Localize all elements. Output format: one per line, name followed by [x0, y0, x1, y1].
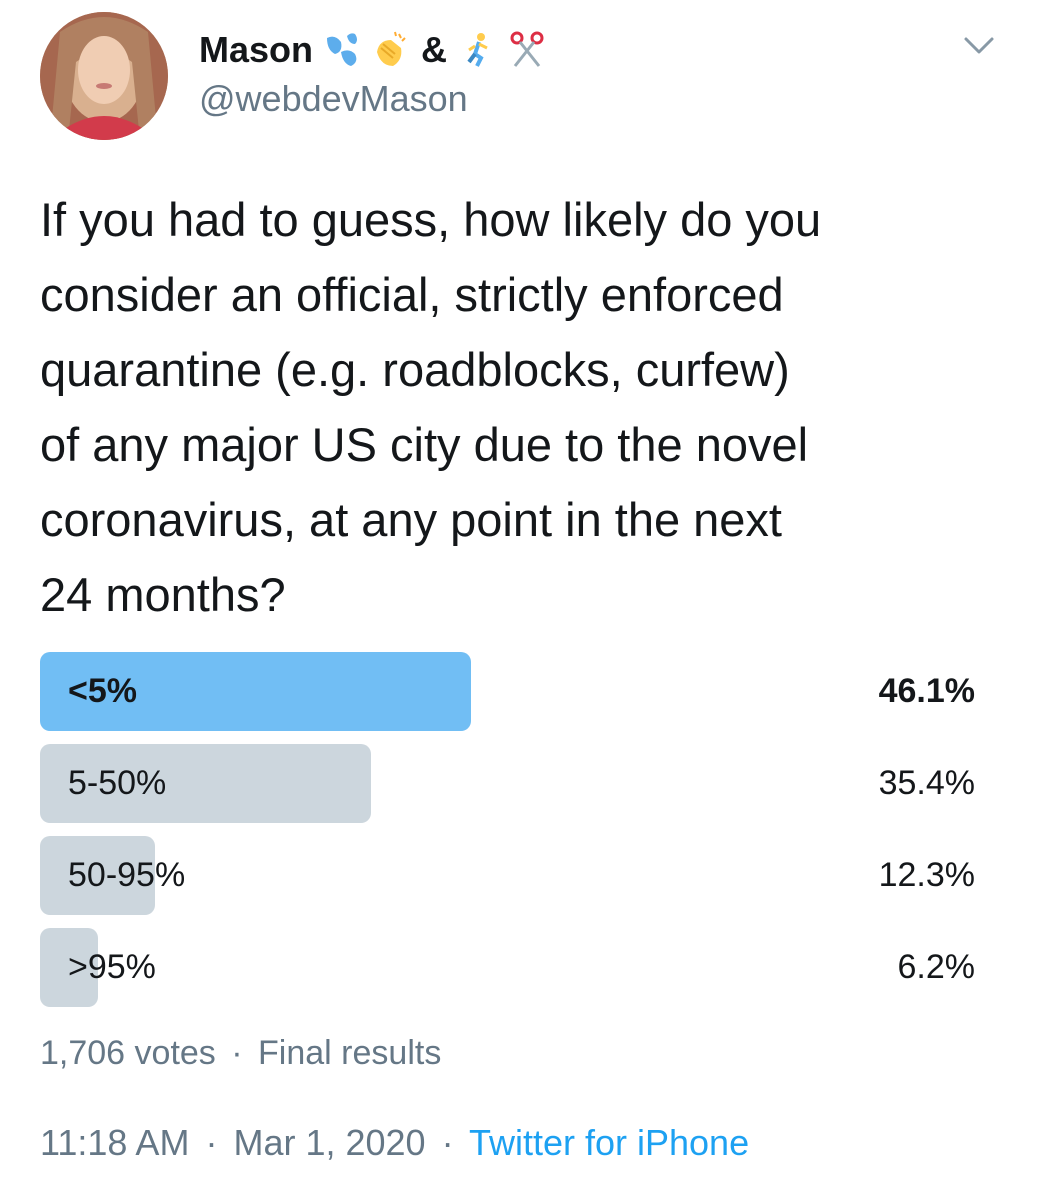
tweet-time[interactable]: 11:18 AM [40, 1122, 189, 1163]
avatar[interactable] [40, 12, 168, 140]
author-name[interactable]: Mason & [199, 26, 547, 74]
separator: · [441, 1122, 454, 1163]
avatar-photo [40, 12, 168, 140]
poll-option-percent: 6.2% [897, 948, 976, 986]
runner-emoji-icon [459, 30, 499, 70]
poll-option: 5-50% 35.4% [40, 744, 975, 823]
poll-option-percent: 35.4% [878, 764, 975, 802]
clapping-hands-emoji-icon [369, 30, 409, 70]
poll-status: Final results [258, 1034, 442, 1072]
poll-option: 50-95% 12.3% [40, 836, 975, 915]
poll-meta: 1,706 votes · Final results [40, 1034, 441, 1073]
scissors-emoji-icon [507, 30, 547, 70]
separator: · [231, 1034, 243, 1072]
tweet-source-link[interactable]: Twitter for iPhone [469, 1122, 749, 1163]
poll-option: <5% 46.1% [40, 652, 975, 731]
poll-option-label: 50-95% [68, 856, 186, 894]
tweet-date[interactable]: Mar 1, 2020 [233, 1122, 425, 1163]
chevron-down-icon[interactable] [962, 30, 996, 60]
tweet-timestamp: 11:18 AM · Mar 1, 2020 · Twitter for iPh… [40, 1122, 749, 1164]
tweet: Mason & @webdevMason If you had to guess… [0, 0, 1041, 1200]
poll: <5% 46.1% 5-50% 35.4% 50-95% 12.3% >95% … [40, 652, 975, 1020]
tweet-text: If you had to guess, how likely do you c… [40, 193, 822, 621]
poll-option-percent: 46.1% [878, 672, 975, 710]
separator: · [205, 1122, 218, 1163]
sweat-droplets-emoji-icon [321, 30, 361, 70]
poll-option-label: 5-50% [68, 764, 167, 802]
name-separator: & [421, 29, 448, 70]
poll-option-label: <5% [68, 672, 137, 710]
poll-option-label: >95% [68, 948, 156, 986]
author-handle[interactable]: @webdevMason [199, 78, 468, 120]
poll-option-percent: 12.3% [878, 856, 975, 894]
poll-vote-count: 1,706 votes [40, 1034, 216, 1072]
poll-option: >95% 6.2% [40, 928, 975, 1007]
display-name: Mason [199, 29, 314, 70]
